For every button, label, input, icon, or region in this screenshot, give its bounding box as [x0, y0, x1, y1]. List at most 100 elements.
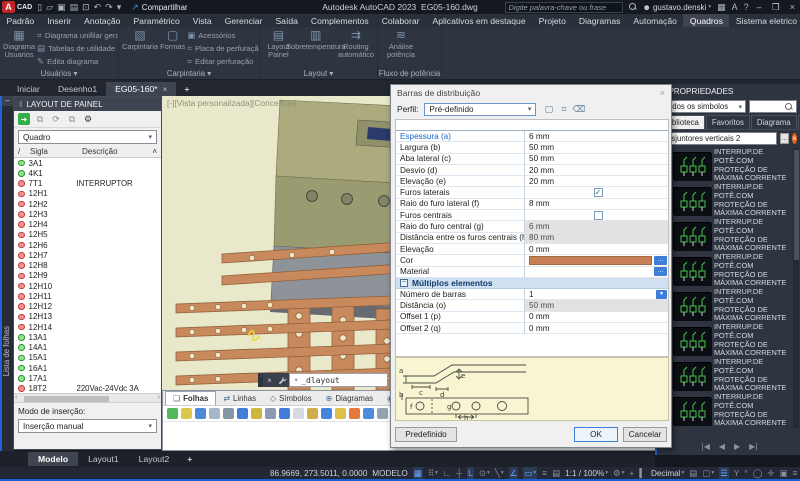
component-row-17a1[interactable]: 17A1	[14, 373, 161, 383]
ok-button[interactable]: OK	[574, 427, 618, 442]
palette-header[interactable]: ‖ LAYOUT DE PAINEL	[14, 97, 161, 111]
dock-tool-icon-3[interactable]	[195, 408, 206, 419]
dock-tool-icon-16[interactable]	[377, 408, 388, 419]
ribbon-button-acess-rios[interactable]: ▣Acessórios	[187, 29, 259, 41]
document-tab-desenho1[interactable]: Desenho1	[49, 82, 106, 96]
qat-customize-icon[interactable]: ▾	[117, 2, 122, 12]
polar-tracking-icon[interactable]: ⊙▾	[479, 467, 490, 479]
grid-cell-value[interactable]: …	[525, 255, 668, 266]
help-search-input[interactable]	[505, 2, 623, 13]
component-row-15a1[interactable]: 15A1	[14, 353, 161, 363]
component-row-12h12[interactable]: 12H12	[14, 302, 161, 312]
user-account-button[interactable]: ☻ gustavo.denski ▾	[643, 3, 712, 12]
insert-profile-icon[interactable]: ⌗	[557, 103, 570, 116]
ribbon-button-placa-de-perfura-o[interactable]: ⌗Placa de perfuração	[187, 42, 259, 54]
grid-cell-value[interactable]: 6 mm	[525, 131, 668, 142]
component-row-12h7[interactable]: 12H7	[14, 250, 161, 260]
browse-icon[interactable]: …	[780, 133, 789, 144]
infer-constraints-icon[interactable]: ∟	[443, 467, 451, 479]
library-item[interactable]: ★ INTERRUP.DE POTÊ.COM PROTEÇÃO DE MÁXIM…	[657, 253, 794, 288]
fullscreen-icon[interactable]: ▣	[779, 467, 787, 479]
autodesk-account-icon[interactable]: A	[732, 2, 738, 12]
component-row-12h4[interactable]: 12H4	[14, 220, 161, 230]
grid-cell-label[interactable]: Distância (o)	[396, 300, 525, 311]
grid-cell-label[interactable]: Furos laterais	[396, 187, 525, 198]
document-tab-eg05-160[interactable]: EG05-160*×	[106, 82, 176, 96]
dropdown-icon[interactable]: ▾	[656, 290, 667, 299]
library-item[interactable]: ★ INTERRUP.DE POTÊ.COM PROTEÇÃO DE MÁXIM…	[657, 323, 794, 358]
dock-panel-icon[interactable]: ☰	[719, 467, 729, 479]
grid-cell-label[interactable]: Raio do furo central (g)	[396, 221, 525, 232]
dock-tab-linhas[interactable]: ⇄Linhas	[216, 392, 263, 405]
save-as-icon[interactable]: ▤	[70, 2, 79, 12]
dock-tool-icon-8[interactable]	[265, 408, 276, 419]
object-snap-tracking-icon[interactable]: ∠	[509, 467, 519, 479]
library-item[interactable]: ★ INTERRUP.DE POTÊ.COM PROTEÇÃO DE MÁXIM…	[657, 358, 794, 393]
new-drawing-button[interactable]: +	[176, 82, 197, 96]
command-line[interactable]: ⋮⋮⋮ × ▾ _dlayout	[258, 373, 388, 387]
vertical-scrollbar[interactable]	[793, 148, 799, 428]
ribbon-button-an-lise-pot-ncia[interactable]: ≋Análise potência	[381, 29, 421, 68]
grid-cell-value[interactable]: 50 mm	[525, 300, 668, 311]
component-row-12h5[interactable]: 12H5	[14, 230, 161, 240]
copy-icon[interactable]: ⧉	[34, 113, 46, 125]
close-button[interactable]: ×	[788, 2, 797, 12]
palette-tab-diagrama[interactable]: Diagrama	[751, 115, 797, 129]
ribbon-button-edita-diagrama[interactable]: ✎Edita diagrama	[37, 55, 118, 67]
restore-button[interactable]: ❐	[770, 2, 782, 13]
symbol-filter-select[interactable]: Todos os simbolos ▾	[660, 100, 746, 113]
grid-cell-value[interactable]: 1▾	[525, 289, 668, 300]
dock-tab-diagramas[interactable]: ⊕Diagramas	[319, 392, 380, 405]
component-row-14a1[interactable]: 14A1	[14, 343, 161, 353]
checkbox-checked[interactable]: ✓	[594, 188, 603, 197]
grid-cell-value[interactable]: 6 mm	[525, 221, 668, 232]
layout-tab-modelo[interactable]: Modelo	[28, 452, 78, 466]
grid-cell-value[interactable]: 0 mm	[525, 323, 668, 334]
new-file-icon[interactable]: ▯	[37, 2, 42, 12]
clear-search-icon[interactable]: ×	[792, 133, 797, 144]
grid-cell-value[interactable]: 50 mm	[525, 142, 668, 153]
dock-tool-icon-11[interactable]	[307, 408, 318, 419]
help-icon[interactable]: ?	[744, 2, 749, 12]
command-input[interactable]: ▾ _dlayout	[289, 373, 388, 387]
profile-select[interactable]: Pré-definido ▾	[424, 103, 536, 116]
selection-cycling-icon[interactable]: ▤	[552, 467, 560, 479]
component-row-12h9[interactable]: 12H9	[14, 271, 161, 281]
grid-cell-label[interactable]: Elevação	[396, 244, 525, 255]
dock-tool-icon-12[interactable]	[321, 408, 332, 419]
checkbox-unchecked[interactable]	[594, 211, 603, 220]
last-page-icon[interactable]: ▶|	[749, 442, 757, 451]
grid-cell-value[interactable]: 50 mm	[525, 154, 668, 165]
component-row-12h13[interactable]: 12H13	[14, 312, 161, 322]
ribbon-tab-sistema-eletrico[interactable]: Sistema eletrico	[729, 14, 800, 27]
grid-cell-value[interactable]: 20 mm	[525, 176, 668, 187]
space-indicator[interactable]: MODELO	[372, 469, 408, 478]
component-row-12h1[interactable]: 12H1	[14, 189, 161, 199]
redo-icon[interactable]: ↷	[105, 2, 113, 12]
close-tab-icon[interactable]: ×	[163, 85, 168, 94]
component-row-12h10[interactable]: 12H10	[14, 281, 161, 291]
grid-cell-value[interactable]: 0 mm	[525, 312, 668, 323]
grid-cell-value[interactable]	[525, 210, 668, 221]
grid-cell-label[interactable]: Elevação (e)	[396, 176, 525, 187]
ribbon-tab-diagramas[interactable]: Diagramas	[572, 14, 627, 27]
dock-tool-icon-10[interactable]	[293, 408, 304, 419]
dynamic-input-icon[interactable]: ┼	[456, 467, 462, 479]
ortho-mode-icon[interactable]: L	[467, 467, 474, 479]
ribbon-group-label-layout[interactable]: Layout ▾	[260, 68, 377, 80]
library-search-input[interactable]	[660, 132, 777, 145]
ribbon-tab-projeto[interactable]: Projeto	[532, 14, 572, 27]
new-layout-button[interactable]: +	[179, 452, 200, 466]
component-row-3a1[interactable]: 3A1	[14, 158, 161, 168]
component-row-12h2[interactable]: 12H2	[14, 199, 161, 209]
dock-tool-icon-4[interactable]	[209, 408, 220, 419]
auto-hide-icon[interactable]: –	[2, 96, 13, 106]
dock-tab-s-mbolos[interactable]: ◇Símbolos	[263, 392, 319, 405]
grid-cell-label[interactable]: Desvio (d)	[396, 165, 525, 176]
grid-cell-label[interactable]: Offset 1 (p)	[396, 312, 525, 323]
workspace-gear-icon[interactable]: ⚙▾	[613, 467, 624, 479]
grid-cell-label[interactable]: Aba lateral (c)	[396, 154, 525, 165]
save-icon[interactable]: ▣	[57, 2, 66, 12]
app-logo-icon[interactable]: A	[2, 1, 15, 13]
ribbon-button-formas[interactable]: ▢Formas	[160, 29, 185, 68]
